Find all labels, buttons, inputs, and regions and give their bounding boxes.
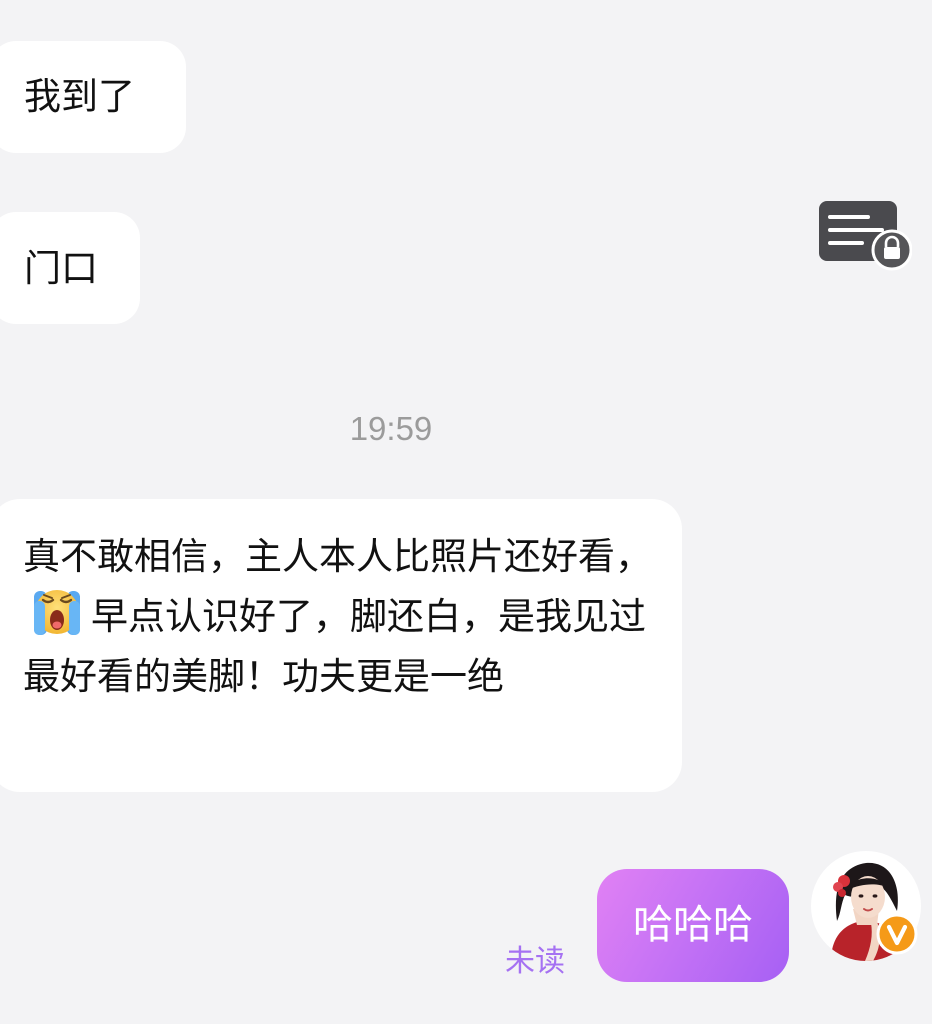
message-bubble-incoming[interactable]: 我到了 bbox=[0, 41, 186, 153]
loudly-crying-face-icon bbox=[27, 587, 87, 639]
message-bubble-outgoing[interactable]: 哈哈哈 bbox=[597, 869, 789, 982]
message-bubble-incoming[interactable]: 真不敢相信，主人本人比照片还好看， 早点认识好了，脚还白，是我见过最好看的美脚！… bbox=[0, 499, 682, 792]
message-timestamp: 19:59 bbox=[349, 410, 433, 447]
encrypted-message-lock-icon[interactable] bbox=[818, 200, 913, 272]
unread-status: 未读 bbox=[505, 944, 565, 979]
message-text-part: 真不敢相信，主人本人比照片还好看， bbox=[23, 535, 652, 578]
message-text: 门口 bbox=[24, 247, 98, 290]
message-text-part: 早点认识好了，脚还白，是我见过最好看的美脚！功夫更是一绝 bbox=[23, 595, 646, 698]
message-text: 哈哈哈 bbox=[633, 902, 753, 948]
message-text: 我到了 bbox=[24, 75, 135, 118]
verified-v-badge-icon bbox=[876, 913, 918, 955]
message-bubble-incoming[interactable]: 门口 bbox=[0, 212, 140, 324]
